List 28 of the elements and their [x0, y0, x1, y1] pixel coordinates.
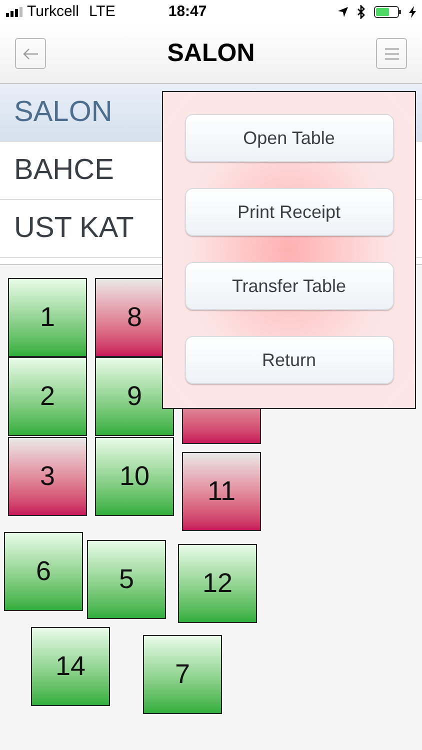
table-tile[interactable]: 10	[95, 437, 174, 516]
back-arrow-icon	[22, 48, 38, 60]
table-tile[interactable]: 6	[4, 532, 83, 611]
charging-icon	[409, 6, 416, 18]
table-tile[interactable]: 5	[87, 540, 166, 619]
table-tile[interactable]: 1	[8, 278, 87, 357]
signal-icon	[6, 7, 24, 17]
clock: 18:47	[168, 2, 207, 22]
table-tile[interactable]: 14	[31, 627, 110, 706]
popup-action-button[interactable]: Return	[184, 336, 394, 384]
back-button[interactable]	[15, 38, 46, 69]
network-type: LTE	[88, 2, 116, 22]
carrier-name: Turkcell	[27, 2, 79, 22]
table-tile[interactable]: 7	[143, 635, 222, 714]
table-tile[interactable]: 12	[178, 544, 257, 623]
popup-action-button[interactable]: Print Receipt	[184, 188, 394, 236]
battery-icon	[374, 6, 401, 18]
menu-button[interactable]	[376, 38, 407, 69]
location-icon	[337, 6, 349, 18]
bluetooth-icon	[357, 5, 366, 19]
popup-action-button[interactable]: Open Table	[184, 114, 394, 162]
table-tile[interactable]: 11	[182, 452, 261, 531]
page-title: SALON	[167, 38, 255, 69]
table-tile[interactable]: 2	[8, 357, 87, 436]
table-tile[interactable]: 3	[8, 437, 87, 516]
table-tile[interactable]: 9	[95, 357, 174, 436]
popup-action-button[interactable]: Transfer Table	[184, 262, 394, 310]
menu-icon	[384, 46, 400, 60]
